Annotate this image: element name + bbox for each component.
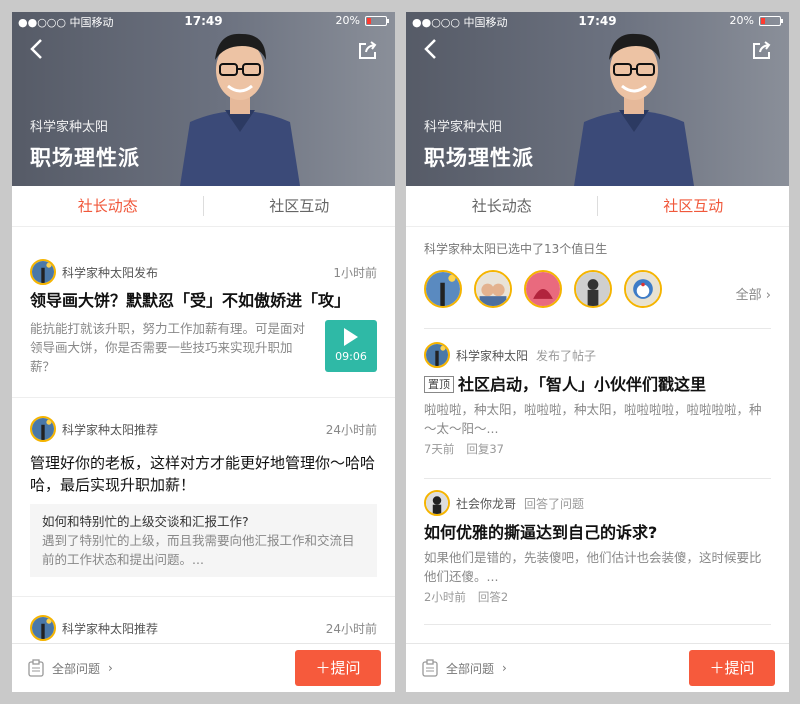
feed-list: 科学家种太阳发布 1小时前 领导画大饼？默默忍「受」不如傲娇进「攻」 能抗能打就… [12,227,395,657]
avatar [30,615,56,641]
back-icon[interactable] [420,36,442,62]
post-author: 科学家种太阳 [456,348,529,363]
plus-icon: ＋ [315,659,331,677]
post-action: 回答了问题 [524,496,585,511]
post-author: 科学家种太阳推荐 [62,621,159,636]
post-author: 科学家种太阳推荐 [62,422,159,437]
tab-bar: 社长动态 社区互动 [12,186,395,227]
avatar [30,416,56,442]
post-body: 能抗能打就该升职，努力工作加薪有理。可是面对领导画大饼，你是否需要一些技巧来实现… [30,321,306,374]
back-icon[interactable] [26,36,48,62]
battery-icon [759,15,783,26]
tab-community[interactable]: 社区互动 [598,186,790,226]
post-author: 科学家种太阳发布 [62,265,159,280]
quoted-question[interactable]: 如何和特别忙的上级交谈和汇报工作? 遇到了特别忙的上级，而且我需要向他汇报工作和… [30,504,377,577]
post-time: 2小时前 [424,590,466,604]
post-time: 7天前 [424,442,455,456]
share-icon[interactable] [751,40,773,60]
post-title: 如何优雅的撕逼达到自己的诉求? [424,523,658,542]
post-time: 1小时前 [333,265,377,280]
all-questions-label: 全部问题 [446,661,495,676]
phone-screen-left: ●●○○○ 中国移动 17:49 20% 科学家种太阳 职场理性派 社长动态 社… [12,12,395,692]
list-item[interactable]: 科学家种太阳 发布了帖子 置顶 社区启动，「智人」小伙伴们戳这里 啦啦啦，种太阳，… [424,342,771,457]
video-play-button[interactable]: 09:06 [325,320,377,372]
author-portrait [180,33,300,186]
author-portrait [574,33,694,186]
list-item[interactable]: 科学家种太阳发布 1小时前 领导画大饼？默默忍「受」不如傲娇进「攻」 能抗能打就… [12,227,395,398]
reply-count: 回复37 [466,442,504,456]
ask-label: 提问 [330,659,361,677]
hero-banner: ●●○○○ 中国移动 17:49 20% 科学家种太阳 职场理性派 [12,12,395,186]
battery-percent: 20% [729,14,754,27]
quoted-question-title: 如何和特别忙的上级交谈和汇报工作? [42,514,249,529]
list-item[interactable]: 社会你龙哥 回答了问题 如何优雅的撕逼达到自己的诉求? 如果他们是错的，先装傻吧… [424,490,771,605]
ask-question-button[interactable]: ＋提问 [689,650,775,686]
all-members-label: 全部 [735,288,762,303]
battery-percent: 20% [335,14,360,27]
ask-label: 提问 [724,659,755,677]
post-time: 24小时前 [325,422,377,437]
status-bar: ●●○○○ 中国移动 17:49 20% [406,12,789,30]
avatar[interactable] [524,270,562,308]
post-title: 管理好你的老板，这样对方才能更好地管理你～哈哈哈，最后实现升职加薪！ [30,454,376,494]
all-questions-label: 全部问题 [52,661,101,676]
hero-subtitle: 科学家种太阳 [30,120,109,135]
all-questions-link[interactable]: 全部问题 › [28,659,113,677]
chevron-right-icon: › [502,661,507,675]
post-action: 发布了帖子 [536,348,597,363]
post-body: 啦啦啦，种太阳，啦啦啦，种太阳，啦啦啦啦，啦啦啦啦，种～太～阳～... [424,402,762,436]
hero-subtitle: 科学家种太阳 [424,120,503,135]
hero-title: 职场理性派 [424,146,534,170]
hero-banner: ●●○○○ 中国移动 17:49 20% 科学家种太阳 职场理性派 [406,12,789,186]
avatar [424,342,450,368]
pinned-badge: 置顶 [424,376,454,393]
clipboard-icon [28,659,44,677]
duty-member-avatars [424,270,662,308]
plus-icon: ＋ [709,659,725,677]
bottom-bar: 全部问题 › ＋提问 [406,643,789,692]
bottom-bar: 全部问题 › ＋提问 [12,643,395,692]
ask-question-button[interactable]: ＋提问 [295,650,381,686]
chevron-right-icon: › [108,661,113,675]
avatar[interactable] [574,270,612,308]
post-time: 24小时前 [325,621,377,636]
tab-bar: 社长动态 社区互动 [406,186,789,227]
all-questions-link[interactable]: 全部问题 › [422,659,507,677]
tab-leader-updates[interactable]: 社长动态 [406,186,598,226]
phone-screen-right: ●●○○○ 中国移动 17:49 20% 科学家种太阳 职场理性派 社长动态 社… [406,12,789,692]
hero-title: 职场理性派 [30,146,140,170]
avatar [30,259,56,285]
tab-leader-updates[interactable]: 社长动态 [12,186,204,226]
battery-icon [365,15,389,26]
status-bar: ●●○○○ 中国移动 17:49 20% [12,12,395,30]
play-icon [344,328,358,346]
quoted-question-body: 遇到了特别忙的上级，而且我需要向他汇报工作和交流目前的工作状态和提出问题。... [42,533,355,567]
post-title: 社区启动，「智人」小伙伴们戳这里 [458,375,707,394]
duty-members-info: 科学家种太阳已选中了13个值日生 [424,242,608,256]
chevron-right-icon: › [765,288,771,303]
post-body: 如果他们是错的，先装傻吧，他们估计也会装傻，这时候要比他们还傻。... [424,550,762,584]
avatar[interactable] [474,270,512,308]
post-author: 社会你龙哥 [456,496,517,511]
avatar[interactable] [624,270,662,308]
share-icon[interactable] [357,40,379,60]
video-duration: 09:06 [335,350,367,363]
reply-count: 回答2 [477,590,509,604]
list-item[interactable]: 科学家种太阳推荐 24小时前 管理好你的老板，这样对方才能更好地管理你～哈哈哈，… [12,398,395,597]
post-title: 领导画大饼？默默忍「受」不如傲娇进「攻」 [30,291,351,310]
avatar[interactable] [424,270,462,308]
all-members-link[interactable]: 全部 › [736,284,771,303]
tab-community[interactable]: 社区互动 [204,186,396,226]
avatar [424,490,450,516]
clipboard-icon [422,659,438,677]
